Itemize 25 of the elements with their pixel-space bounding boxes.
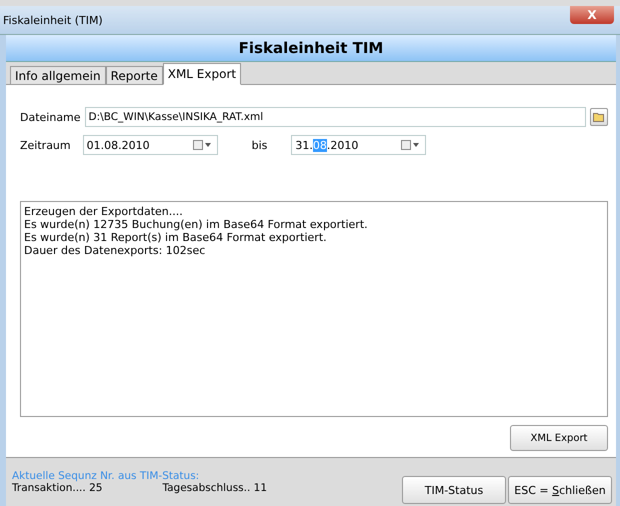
- status-caption: Aktuelle Sequnz Nr. aus TIM-Status:: [12, 470, 200, 482]
- xml-export-button[interactable]: XML Export: [510, 425, 608, 451]
- footer-button[interactable]: TIM-Status: [402, 476, 506, 504]
- tab[interactable]: Info allgemein: [10, 66, 106, 84]
- filename-field[interactable]: D:\BC_WIN\Kasse\INSIKA_RAT.xml: [84, 107, 586, 127]
- log-line: Es wurde(n) 12735 Buchung(en) im Base64 Format exportiert.: [24, 218, 369, 231]
- footer-button[interactable]: ESC = Schließen: [508, 476, 612, 504]
- log-line: Dauer des Datenexports: 102sec: [24, 244, 206, 257]
- folder-icon: [593, 112, 605, 122]
- window-title: Fiskaleinheit (TIM): [3, 14, 103, 26]
- calendar-dropdown-icon[interactable]: [401, 140, 420, 150]
- filename-label: Dateiname: [20, 110, 81, 124]
- period-label: Zeitraum: [20, 138, 71, 152]
- transaction-count: Transaktion.... 25: [12, 482, 102, 494]
- closing-count: Tagesabschluss.. 11: [162, 482, 268, 494]
- folder-button[interactable]: [590, 108, 608, 126]
- tab[interactable]: Reporte: [106, 66, 163, 84]
- to-label: bis: [252, 138, 268, 152]
- calendar-dropdown-icon[interactable]: [192, 140, 211, 150]
- log-line: Erzeugen der Exportdaten....: [24, 205, 184, 218]
- tab[interactable]: XML Export: [162, 63, 242, 85]
- to-date-field[interactable]: 31.08.2010: [291, 135, 426, 155]
- log-line: Es wurde(n) 31 Report(s) im Base64 Format exportiert.: [24, 231, 328, 244]
- header-title: Fiskaleinheit TIM: [238, 39, 384, 57]
- from-date-field[interactable]: 01.08.2010: [82, 135, 218, 155]
